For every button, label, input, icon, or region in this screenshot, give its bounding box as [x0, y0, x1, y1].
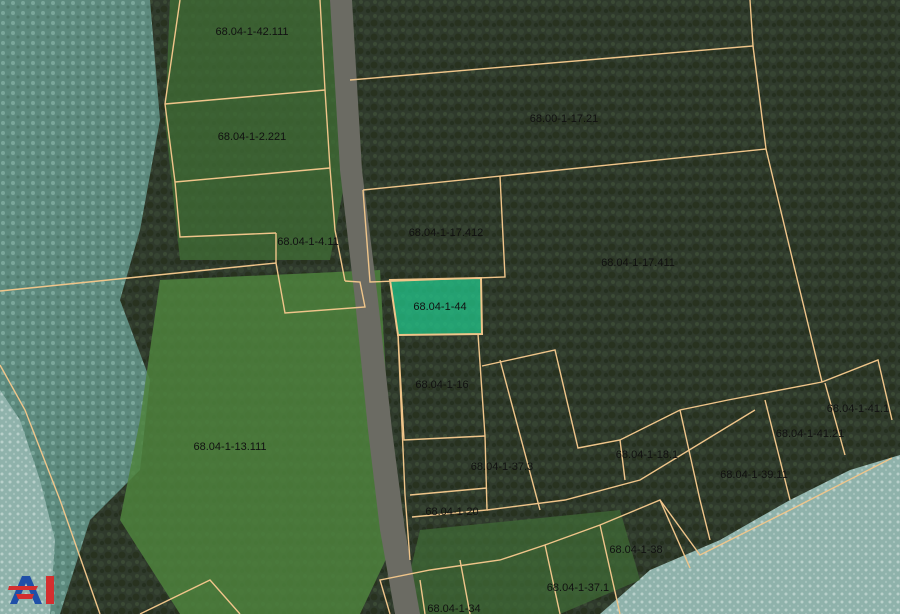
parcel-label-selected[interactable]: 68.04-1-44	[413, 301, 466, 313]
parcel-label[interactable]: 68.04-1-17.412	[409, 227, 484, 239]
parcel-label[interactable]: 68.04-1-16	[415, 379, 468, 391]
parcel-label[interactable]: 68.04-1-41.1	[827, 403, 889, 415]
parcel-label[interactable]: 68.04-1-37.3	[471, 461, 533, 473]
parcel-label[interactable]: 68.04-1-41.21	[776, 428, 845, 440]
parcel-label[interactable]: 68.04-1-39.11	[720, 469, 788, 481]
map-canvas: 68.04-1-42.111 68.00-1-17.21 68.04-1-2.2…	[0, 0, 900, 614]
auction-logo	[8, 576, 54, 604]
parcel-label[interactable]: 68.04-1-34	[427, 603, 480, 614]
aerial-parcel-map[interactable]: 68.04-1-42.111 68.00-1-17.21 68.04-1-2.2…	[0, 0, 900, 614]
parcel-label[interactable]: 68.04-1-13.111	[194, 441, 267, 453]
parcel-label[interactable]: 68.04-1-37.1	[547, 582, 609, 594]
parcel-label[interactable]: 68.04-1-42.111	[216, 26, 289, 38]
parcel-label[interactable]: 68.04-1-18.1	[616, 449, 678, 461]
parcel-label[interactable]: 68.04-1-17.411	[601, 257, 675, 269]
parcel-label[interactable]: 68.04-1-38	[609, 544, 662, 556]
parcel-label[interactable]: 68.04-1-2.221	[218, 131, 287, 143]
parcel-label[interactable]: 68.00-1-17.21	[530, 113, 599, 125]
parcel-label[interactable]: 68.04-1-20	[425, 506, 478, 518]
field-area-north	[165, 0, 345, 260]
parcel-label[interactable]: 68.04-1-4.11	[277, 236, 339, 248]
